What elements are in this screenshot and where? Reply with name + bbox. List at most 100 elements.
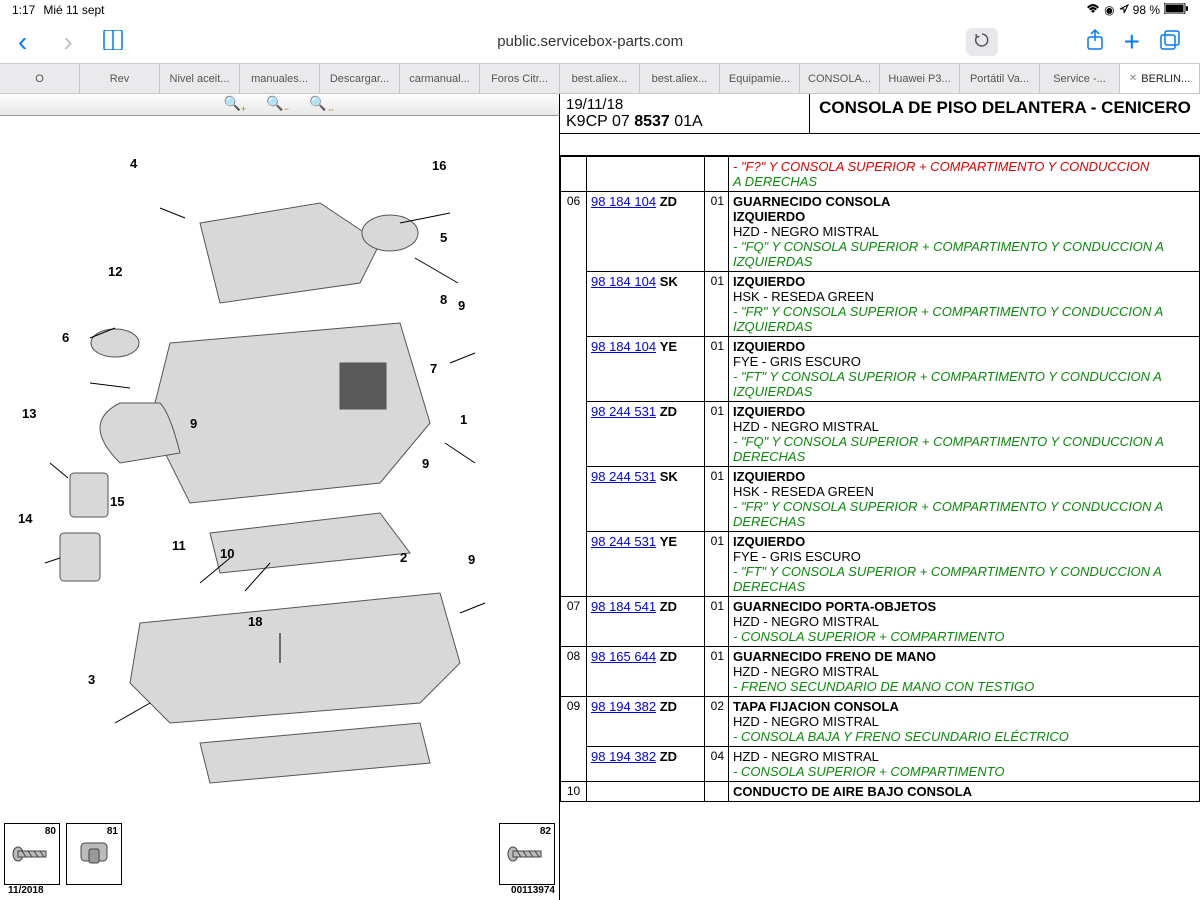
zoom-out-icon[interactable]: 🔍− bbox=[266, 95, 289, 114]
browser-tab[interactable]: O bbox=[0, 64, 80, 93]
qty-cell: 02 bbox=[705, 697, 729, 747]
browser-tab[interactable]: CONSOLA... bbox=[800, 64, 880, 93]
desc-cell: IZQUIERDOHSK - RESEDA GREEN- "FR" Y CONS… bbox=[729, 272, 1200, 337]
callout-1: 1 bbox=[460, 412, 467, 427]
inset-80: 80 bbox=[4, 823, 60, 885]
part-note: - "FT" Y CONSOLA SUPERIOR + COMPARTIMENT… bbox=[733, 369, 1195, 399]
truncated-note-upper: - "F?" Y CONSOLA SUPERIOR + COMPARTIMENT… bbox=[733, 159, 1195, 174]
part-title: CONDUCTO DE AIRE BAJO CONSOLA bbox=[733, 784, 1195, 799]
parts-table: - "F?" Y CONSOLA SUPERIOR + COMPARTIMENT… bbox=[560, 156, 1200, 802]
ref-cell: 98 184 541 ZD bbox=[587, 597, 705, 647]
exploded-view-svg bbox=[20, 163, 540, 803]
wifi-icon bbox=[1086, 3, 1100, 17]
browser-tab[interactable]: Portátil Va... bbox=[960, 64, 1040, 93]
part-note: - FRENO SECUNDARIO DE MANO CON TESTIGO bbox=[733, 679, 1195, 694]
part-note: - "FQ" Y CONSOLA SUPERIOR + COMPARTIMENT… bbox=[733, 434, 1195, 464]
doc-date: 19/11/18 bbox=[566, 96, 803, 113]
tab-label: Nivel aceit... bbox=[170, 73, 230, 85]
part-subtitle: IZQUIERDO bbox=[733, 339, 1195, 354]
browser-tab[interactable]: Rev bbox=[80, 64, 160, 93]
desc-cell: GUARNECIDO CONSOLAIZQUIERDOHZD - NEGRO M… bbox=[729, 192, 1200, 272]
tabs-button[interactable] bbox=[1160, 30, 1180, 53]
zoom-in-icon[interactable]: 🔍+ bbox=[224, 95, 247, 114]
doc-code: K9CP 07 8537 01A bbox=[566, 113, 803, 131]
desc-cell: IZQUIERDOFYE - GRIS ESCURO- "FT" Y CONSO… bbox=[729, 532, 1200, 597]
callout-6: 6 bbox=[62, 330, 69, 345]
part-ref-link[interactable]: 98 244 531 bbox=[591, 404, 656, 419]
part-color-code: FYE - GRIS ESCURO bbox=[733, 549, 1195, 564]
browser-tab[interactable]: ✕BERLIN... bbox=[1120, 64, 1200, 93]
browser-tab[interactable]: Foros Citr... bbox=[480, 64, 560, 93]
callout-3: 3 bbox=[88, 672, 95, 687]
parts-panel: 19/11/18 K9CP 07 8537 01A CONSOLA DE PIS… bbox=[560, 94, 1200, 900]
status-time: 1:17 bbox=[12, 3, 35, 17]
browser-tab[interactable]: Service -... bbox=[1040, 64, 1120, 93]
qty-cell: 01 bbox=[705, 597, 729, 647]
doc-header-left: 19/11/18 K9CP 07 8537 01A bbox=[560, 94, 810, 133]
callout-2: 2 bbox=[400, 550, 407, 565]
tab-label: Foros Citr... bbox=[491, 73, 548, 85]
tab-label: Rev bbox=[110, 73, 130, 85]
browser-tab[interactable]: best.aliex... bbox=[640, 64, 720, 93]
ref-cell: 98 244 531 ZD bbox=[587, 402, 705, 467]
callout-16: 16 bbox=[432, 158, 446, 173]
header-spacer bbox=[560, 134, 1200, 156]
diagram-img-ref: 00113974 bbox=[499, 885, 555, 896]
url-bar[interactable]: public.servicebox-parts.com bbox=[175, 27, 1006, 56]
part-note: - "FQ" Y CONSOLA SUPERIOR + COMPARTIMENT… bbox=[733, 239, 1195, 269]
tab-label: manuales... bbox=[251, 73, 308, 85]
desc-cell: IZQUIERDOHZD - NEGRO MISTRAL- "FQ" Y CON… bbox=[729, 402, 1200, 467]
part-ref-link[interactable]: 98 194 382 bbox=[591, 749, 656, 764]
part-ref-link[interactable]: 98 184 104 bbox=[591, 339, 656, 354]
qty-cell: 01 bbox=[705, 337, 729, 402]
back-button[interactable]: ‹ bbox=[0, 26, 45, 58]
part-ref-link[interactable]: 98 165 644 bbox=[591, 649, 656, 664]
battery-percent: 98 % bbox=[1133, 3, 1160, 17]
forward-button[interactable]: › bbox=[45, 26, 90, 58]
parts-table-scroll[interactable]: - "F?" Y CONSOLA SUPERIOR + COMPARTIMENT… bbox=[560, 156, 1200, 900]
zoom-fit-icon[interactable]: 🔍⇔ bbox=[309, 95, 335, 114]
tab-label: best.aliex... bbox=[652, 73, 708, 85]
exploded-diagram[interactable]: 4 16 5 12 8 9 6 7 13 1 9 14 15 11 10 2 9… bbox=[0, 116, 559, 900]
part-note: - "FR" Y CONSOLA SUPERIOR + COMPARTIMENT… bbox=[733, 499, 1195, 529]
tab-label: CONSOLA... bbox=[808, 73, 871, 85]
tabs-bar: O Rev Nivel aceit... manuales... Descargar..… bbox=[0, 64, 1200, 94]
part-title: TAPA FIJACION CONSOLA bbox=[733, 699, 1195, 714]
browser-tab[interactable]: Huawei P3... bbox=[880, 64, 960, 93]
qty-cell: 04 bbox=[705, 747, 729, 782]
browser-tab[interactable]: Nivel aceit... bbox=[160, 64, 240, 93]
part-color-code: HZD - NEGRO MISTRAL bbox=[733, 714, 1195, 729]
share-button[interactable] bbox=[1086, 29, 1104, 54]
part-ref-link[interactable]: 98 244 531 bbox=[591, 469, 656, 484]
part-title: GUARNECIDO CONSOLA bbox=[733, 194, 1195, 209]
part-ref-link[interactable]: 98 184 104 bbox=[591, 194, 656, 209]
close-icon[interactable]: ✕ bbox=[1129, 73, 1137, 84]
part-ref-link[interactable]: 98 184 541 bbox=[591, 599, 656, 614]
tab-label: best.aliex... bbox=[572, 73, 628, 85]
desc-cell: IZQUIERDOFYE - GRIS ESCURO- "FT" Y CONSO… bbox=[729, 337, 1200, 402]
callout-7: 7 bbox=[430, 361, 437, 376]
inset-82: 82 bbox=[499, 823, 555, 885]
callout-9b: 9 bbox=[422, 456, 429, 471]
browser-tab[interactable]: Equipamie... bbox=[720, 64, 800, 93]
inset-81: 81 bbox=[66, 823, 122, 885]
callout-10: 10 bbox=[220, 546, 234, 561]
part-note: - CONSOLA BAJA Y FRENO SECUNDARIO ELÉCTR… bbox=[733, 729, 1195, 744]
browser-tab[interactable]: best.aliex... bbox=[560, 64, 640, 93]
new-tab-button[interactable]: + bbox=[1124, 26, 1140, 58]
bookmarks-button[interactable] bbox=[91, 30, 135, 53]
browser-tab[interactable]: Descargar... bbox=[320, 64, 400, 93]
reload-button[interactable] bbox=[966, 28, 998, 56]
qty-cell: 01 bbox=[705, 647, 729, 697]
browser-toolbar: ‹ › public.servicebox-parts.com + bbox=[0, 20, 1200, 64]
ipad-status-bar: 1:17 Mié 11 sept ◉ 98 % bbox=[0, 0, 1200, 20]
part-ref-link[interactable]: 98 194 382 bbox=[591, 699, 656, 714]
battery-icon bbox=[1164, 3, 1188, 17]
browser-tab[interactable]: carmanual... bbox=[400, 64, 480, 93]
desc-cell: IZQUIERDOHSK - RESEDA GREEN- "FR" Y CONS… bbox=[729, 467, 1200, 532]
callout-12: 12 bbox=[108, 264, 122, 279]
part-ref-link[interactable]: 98 244 531 bbox=[591, 534, 656, 549]
part-ref-link[interactable]: 98 184 104 bbox=[591, 274, 656, 289]
browser-tab[interactable]: manuales... bbox=[240, 64, 320, 93]
part-color-code: HZD - NEGRO MISTRAL bbox=[733, 664, 1195, 679]
